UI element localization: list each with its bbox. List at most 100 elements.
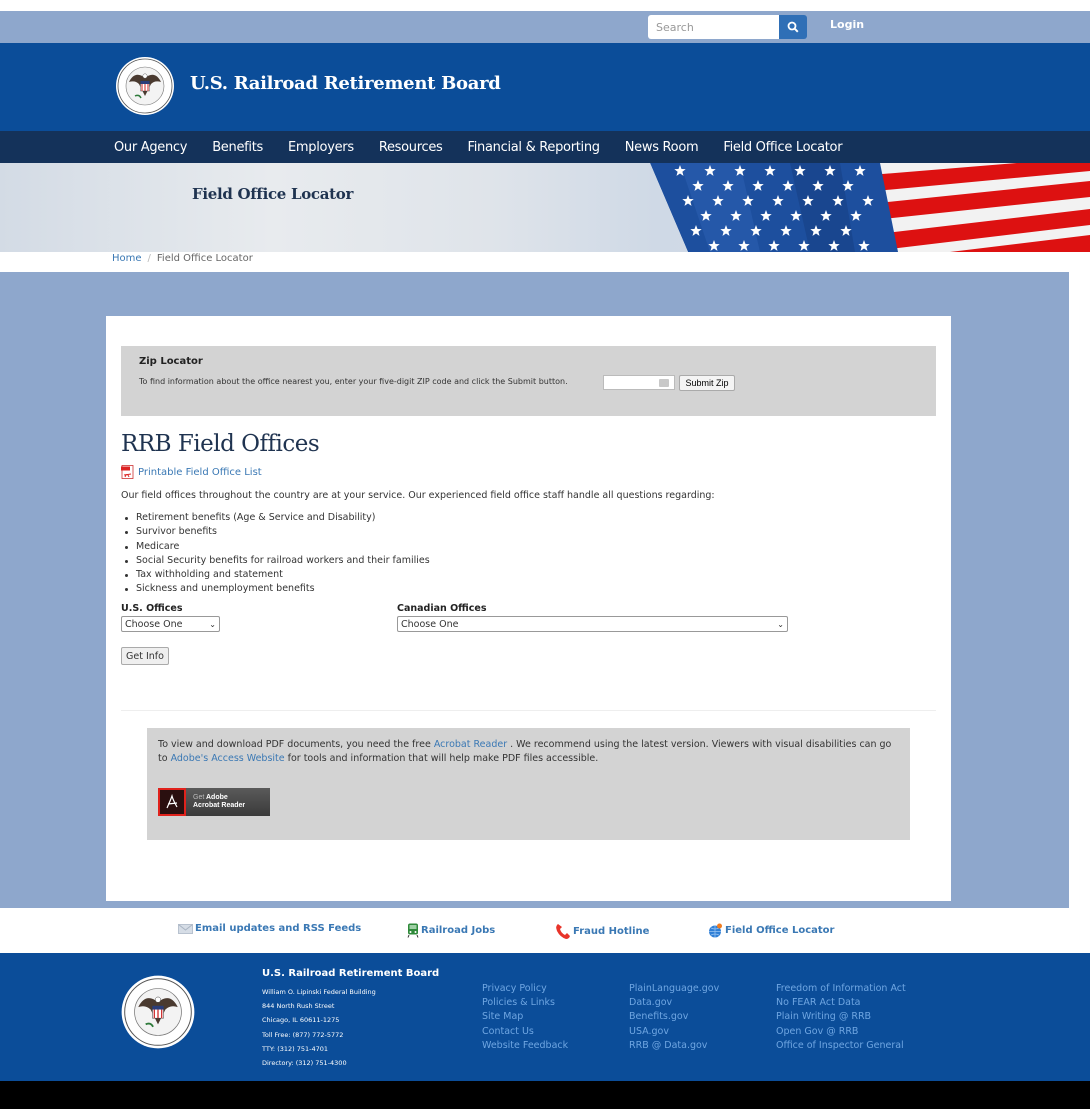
pdf-notice-text: To view and download PDF documents, you … <box>158 738 898 767</box>
railroad-jobs-link[interactable]: Railroad Jobs <box>407 923 495 938</box>
railroad-jobs-label: Railroad Jobs <box>421 925 496 936</box>
email-rss-label: Email updates and RSS Feeds <box>195 923 362 934</box>
site-title[interactable]: U.S. Railroad Retirement Board <box>190 73 501 94</box>
nav-news-room[interactable]: News Room <box>625 140 699 155</box>
footer-link-no-fear[interactable]: No FEAR Act Data <box>776 996 906 1010</box>
benefits-list: Retirement benefits (Age & Service and D… <box>121 511 430 597</box>
footer-address-line: Directory: (312) 751-4300 <box>262 1059 347 1068</box>
american-flag-image <box>650 163 1090 252</box>
email-rss-link[interactable]: Email updates and RSS Feeds <box>178 923 361 934</box>
footer-link-policies-links[interactable]: Policies & Links <box>482 996 568 1010</box>
footer-link-privacy-policy[interactable]: Privacy Policy <box>482 982 568 996</box>
nav-field-office-locator[interactable]: Field Office Locator <box>723 140 842 155</box>
field-office-locator-link[interactable]: Field Office Locator <box>708 923 834 938</box>
footer-links-column-1: Privacy Policy Policies & Links Site Map… <box>482 982 568 1053</box>
list-item: Social Security benefits for railroad wo… <box>121 554 430 568</box>
us-offices-select[interactable]: Choose One ⌄ <box>121 616 220 632</box>
page-title: RRB Field Offices <box>121 431 320 457</box>
search-button[interactable] <box>779 15 807 39</box>
utility-bar: Login <box>0 11 1090 43</box>
list-item: Tax withholding and statement <box>121 568 430 582</box>
submit-zip-button[interactable]: Submit Zip <box>679 375 735 391</box>
zip-locator-title: Zip Locator <box>139 356 203 367</box>
canadian-offices-select[interactable]: Choose One ⌄ <box>397 616 788 632</box>
nav-financial-reporting[interactable]: Financial & Reporting <box>468 140 601 155</box>
get-adobe-reader-button[interactable]: Get Adobe Acrobat Reader <box>158 788 270 816</box>
search-icon <box>787 21 799 33</box>
footer-address-line: TTY: (312) 751-4701 <box>262 1044 329 1053</box>
main-nav: Our Agency Benefits Employers Resources … <box>0 131 1090 163</box>
us-offices-value: Choose One <box>125 618 183 630</box>
footer-link-plain-writing[interactable]: Plain Writing @ RRB <box>776 1010 906 1024</box>
footer-link-rrb-data-gov[interactable]: RRB @ Data.gov <box>629 1039 719 1053</box>
breadcrumb-separator: / <box>147 253 151 264</box>
pdf-notice-panel: To view and download PDF documents, you … <box>147 728 910 840</box>
footer-link-benefits-gov[interactable]: Benefits.gov <box>629 1010 719 1024</box>
footer-address-line: 844 North Rush Street <box>262 1002 335 1011</box>
footer-org-name: U.S. Railroad Retirement Board <box>262 968 440 979</box>
adobe-button-text: Get Adobe Acrobat Reader <box>193 794 245 810</box>
envelope-icon <box>178 923 193 934</box>
intro-text: Our field offices throughout the country… <box>121 490 715 501</box>
footer-link-usa-gov[interactable]: USA.gov <box>629 1025 719 1039</box>
globe-pin-icon <box>709 923 722 938</box>
search-form <box>648 15 807 39</box>
footer-link-contact-us[interactable]: Contact Us <box>482 1025 568 1039</box>
footer-link-site-map[interactable]: Site Map <box>482 1010 568 1024</box>
quick-links-bar: Email updates and RSS Feeds Railroad Job… <box>0 908 1090 953</box>
us-offices-label: U.S. Offices <box>121 603 183 614</box>
adobe-product-label: Acrobat Reader <box>193 802 246 809</box>
footer-link-open-gov[interactable]: Open Gov @ RRB <box>776 1025 906 1039</box>
top-strip <box>0 0 1090 11</box>
pdf-notice-text-part: To view and download PDF documents, you … <box>158 739 434 750</box>
rrb-seal-icon <box>121 975 195 1049</box>
acrobat-reader-link[interactable]: Acrobat Reader <box>434 739 507 750</box>
autofill-icon <box>659 379 669 387</box>
list-item: Survivor benefits <box>121 525 430 539</box>
footer-link-data-gov[interactable]: Data.gov <box>629 996 719 1010</box>
zip-locator-instructions: To find information about the office nea… <box>139 377 568 386</box>
footer-address-line: Chicago, IL 60611-1275 <box>262 1016 340 1025</box>
printable-list-label: Printable Field Office List <box>138 466 262 478</box>
bottom-black-bar <box>0 1081 1090 1109</box>
adobe-get-label: Get <box>193 794 205 801</box>
printable-list-link[interactable]: Printable Field Office List <box>121 465 262 479</box>
footer-address: William O. Lipinski Federal Building 844… <box>262 985 376 1070</box>
nav-our-agency[interactable]: Our Agency <box>114 140 187 155</box>
canadian-offices-label: Canadian Offices <box>397 603 487 614</box>
phone-icon <box>556 924 570 939</box>
list-item: Retirement benefits (Age & Service and D… <box>121 511 430 525</box>
nav-employers[interactable]: Employers <box>288 140 354 155</box>
get-info-button[interactable]: Get Info <box>121 647 169 665</box>
hero-banner: Field Office Locator <box>0 163 1090 252</box>
footer-link-foia[interactable]: Freedom of Information Act <box>776 982 906 996</box>
adobe-acrobat-icon <box>158 788 186 816</box>
adobe-access-link[interactable]: Adobe's Access Website <box>171 753 285 764</box>
list-item: Medicare <box>121 540 430 554</box>
rrb-seal-icon[interactable] <box>115 56 175 116</box>
footer-link-inspector-general[interactable]: Office of Inspector General <box>776 1039 906 1053</box>
pdf-notice-text-part: for tools and information that will help… <box>284 753 599 765</box>
adobe-brand-label: Adobe <box>205 794 228 801</box>
site-footer: U.S. Railroad Retirement Board William O… <box>0 953 1090 1081</box>
nav-resources[interactable]: Resources <box>379 140 443 155</box>
footer-link-website-feedback[interactable]: Website Feedback <box>482 1039 568 1053</box>
hero-title: Field Office Locator <box>192 185 354 203</box>
field-office-locator-label: Field Office Locator <box>725 925 835 936</box>
zip-locator-panel: Zip Locator To find information about th… <box>121 346 936 416</box>
footer-address-line: Toll Free: (877) 772-5772 <box>262 1030 344 1039</box>
breadcrumb-home[interactable]: Home <box>112 253 142 264</box>
chevron-down-icon: ⌄ <box>777 619 784 629</box>
search-input[interactable] <box>648 15 779 39</box>
chevron-down-icon: ⌄ <box>209 619 216 629</box>
fraud-hotline-label: Fraud Hotline <box>573 926 650 937</box>
list-item: Sickness and unemployment benefits <box>121 582 430 596</box>
fraud-hotline-link[interactable]: Fraud Hotline <box>555 923 649 940</box>
footer-links-column-2: PlainLanguage.gov Data.gov Benefits.gov … <box>629 982 719 1053</box>
footer-links-column-3: Freedom of Information Act No FEAR Act D… <box>776 982 906 1053</box>
login-link[interactable]: Login <box>830 18 864 31</box>
footer-link-plainlanguage[interactable]: PlainLanguage.gov <box>629 982 719 996</box>
site-header: U.S. Railroad Retirement Board <box>0 43 1090 131</box>
zip-code-input[interactable] <box>603 375 675 390</box>
nav-benefits[interactable]: Benefits <box>212 140 263 155</box>
